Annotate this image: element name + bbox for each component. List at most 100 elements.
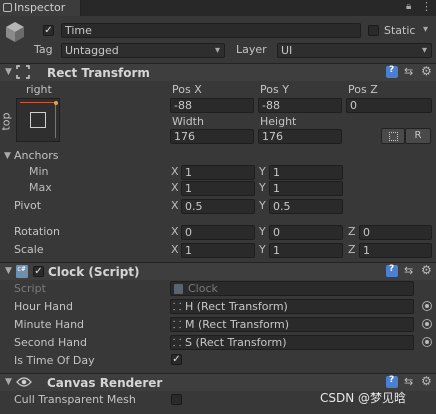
hour-hand-picker-icon[interactable] [422,301,432,311]
pivot-x-axis-label: X [171,199,179,212]
min-y-axis-label: Y [259,165,266,178]
canvas-presets-icon[interactable]: ⇆ [404,375,413,388]
anchors-min-label: Min [29,165,49,178]
more-options-icon[interactable]: ⋮ [421,0,432,13]
rotation-x-field[interactable]: 0 [181,225,255,240]
clock-settings-gear-icon[interactable]: ⚙ [421,263,432,277]
rect-transform-icon [16,65,30,79]
rotation-z-field[interactable]: 0 [359,225,432,240]
layer-dropdown[interactable]: UI [277,43,432,58]
help-icon[interactable]: ? [386,65,398,78]
rect-transform-ref-icon: ⸬ [173,320,182,331]
gameobject-cube-icon [4,20,26,44]
clock-help-icon[interactable]: ? [386,264,398,277]
canvas-renderer-title: Canvas Renderer [47,376,163,390]
canvas-foldout-arrow-icon[interactable]: ▼ [5,377,12,387]
cull-transparent-mesh-label: Cull Transparent Mesh [14,393,136,406]
lock-icon[interactable]: 🔒︎ [406,1,411,12]
pivot-x-field[interactable]: 0.5 [181,199,255,214]
info-icon [3,3,12,12]
second-hand-field[interactable]: ⸬ S (Rect Transform) [170,335,414,350]
anchors-foldout-icon[interactable]: ▼ [4,151,11,161]
scale-x-field[interactable]: 1 [181,243,255,258]
presets-icon[interactable]: ⇆ [404,65,413,78]
scale-label: Scale [14,243,44,256]
second-hand-label: Second Hand [14,336,87,349]
rect-transform-title: Rect Transform [47,66,150,80]
max-y-axis-label: Y [259,181,266,194]
anchor-max-x-field[interactable]: 1 [181,181,255,196]
cull-transparent-mesh-checkbox[interactable] [171,394,182,405]
pos-y-label: Pos Y [260,83,289,96]
height-label: Height [260,115,297,128]
settings-gear-icon[interactable]: ⚙ [421,64,432,78]
scale-z-axis-label: Z [348,243,356,256]
canvas-help-icon[interactable]: ? [386,375,398,388]
script-file-icon [174,284,183,294]
anchor-preset-vertical-label: top [0,112,13,131]
anchors-label: Anchors [14,149,59,162]
anchors-max-label: Max [29,181,52,194]
blueprint-icon [389,132,398,141]
height-field[interactable]: 176 [258,129,342,144]
pos-z-field[interactable]: 0 [346,98,432,113]
rect-transform-ref-icon: ⸬ [173,302,182,313]
anchor-max-y-field[interactable]: 1 [269,181,343,196]
rect-transform-header[interactable]: ▼ Rect Transform ? ⇆ ⚙ [0,63,436,81]
anchor-presets-button[interactable] [16,98,60,142]
gameobject-name-field[interactable]: Time [61,23,361,38]
hour-hand-field[interactable]: ⸬ H (Rect Transform) [170,299,414,314]
tag-dropdown[interactable]: Untagged [61,43,225,58]
rect-transform-ref-icon: ⸬ [173,338,182,349]
min-x-axis-label: X [171,165,179,178]
scale-y-field[interactable]: 1 [269,243,343,258]
inspector-tab-label: Inspector [14,1,66,14]
clock-script-title: Clock (Script) [48,265,140,279]
clock-presets-icon[interactable]: ⇆ [404,264,413,277]
clock-enabled-checkbox[interactable]: ✓ [33,266,44,277]
width-label: Width [172,115,204,128]
pos-x-field[interactable]: -88 [170,98,254,113]
inspector-tab[interactable]: Inspector [0,0,81,16]
anchor-point-icon [54,101,58,105]
static-checkbox[interactable] [368,25,379,36]
scale-y-axis-label: Y [259,243,266,256]
clock-foldout-arrow-icon[interactable]: ▼ [5,266,12,276]
clock-script-header[interactable]: ▼ c# ✓ Clock (Script) ? ⇆ ⚙ [0,262,436,280]
time-of-day-checkbox[interactable]: ✓ [171,354,182,365]
width-field[interactable]: 176 [170,129,254,144]
hour-hand-label: Hour Hand [14,300,73,313]
second-hand-picker-icon[interactable] [422,337,432,347]
raw-edit-button[interactable]: R [405,128,431,144]
script-field-label: Script [14,282,46,295]
pivot-y-axis-label: Y [259,199,266,212]
anchor-preset-rect-icon [30,112,46,128]
second-hand-value: S (Rect Transform) [185,336,287,349]
minute-hand-label: Minute Hand [14,318,85,331]
gameobject-active-checkbox[interactable]: ✓ [43,25,54,36]
pivot-y-field[interactable]: 0.5 [269,199,343,214]
rotation-x-axis-label: X [171,225,179,238]
tag-label: Tag [34,43,53,56]
pos-x-label: Pos X [172,83,202,96]
minute-hand-value: M (Rect Transform) [185,318,290,331]
scale-z-field[interactable]: 1 [359,243,432,258]
rotation-z-axis-label: Z [348,225,356,238]
rotation-y-axis-label: Y [259,225,266,238]
static-dropdown-arrow-icon[interactable]: ▾ [423,24,428,35]
canvas-settings-gear-icon[interactable]: ⚙ [421,374,432,388]
minute-hand-field[interactable]: ⸬ M (Rect Transform) [170,317,414,332]
foldout-arrow-icon[interactable]: ▼ [5,67,12,77]
window-tab-bar: Inspector 🔒︎ ⋮ [0,0,436,16]
script-icon: c# [16,265,28,278]
max-x-axis-label: X [171,181,179,194]
blueprint-mode-button[interactable] [381,128,405,144]
anchor-min-y-field[interactable]: 1 [269,165,343,180]
hour-hand-value: H (Rect Transform) [185,300,288,313]
scale-x-axis-label: X [171,243,179,256]
minute-hand-picker-icon[interactable] [422,319,432,329]
anchor-preset-horizontal-label: right [26,83,52,96]
anchor-min-x-field[interactable]: 1 [181,165,255,180]
pos-y-field[interactable]: -88 [258,98,342,113]
rotation-y-field[interactable]: 0 [269,225,343,240]
